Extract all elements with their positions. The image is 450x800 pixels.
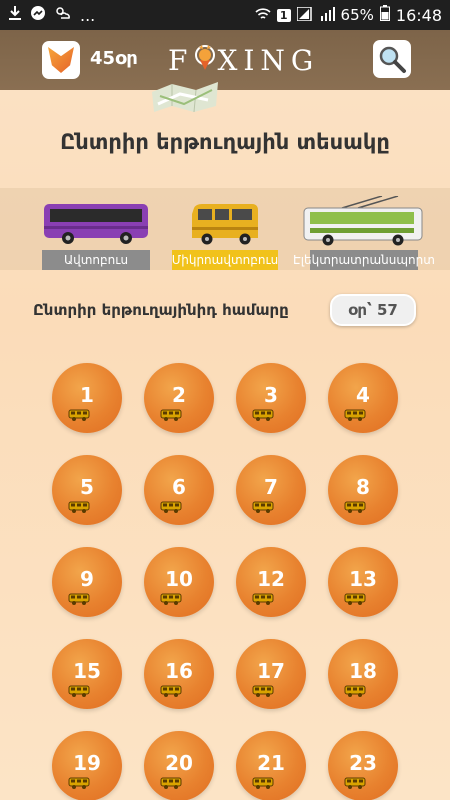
vehicle-type-title: Ընտրիր երթուղային տեսակը [60,130,390,154]
route-button[interactable]: 8 [328,455,398,525]
minibus-icon [252,593,274,605]
sim-badge: 1 [276,8,291,22]
route-number: 4 [356,383,370,407]
route-number-prompt: Ընտրիր երթուղայինիդ համարը [33,301,289,319]
route-button[interactable]: 5 [52,455,122,525]
minibus-icon [68,409,90,421]
vehicle-label-bus: Ավտոբուս [42,250,150,270]
wifi-icon [255,6,271,25]
app-header: 45օր F XING [0,30,450,113]
route-button[interactable]: 15 [52,639,122,709]
status-right: 1 65% 16:48 [255,5,442,25]
route-number: 19 [73,751,101,775]
battery-icon [379,5,390,25]
route-number: 6 [172,475,186,499]
status-left: ... [8,5,95,25]
minibus-icon [252,685,274,697]
overflow-dots: ... [80,5,96,25]
vehicle-label-minibus: Միկրոավտոբուս [172,250,278,270]
route-number: 16 [165,659,193,683]
map-icon [152,82,218,113]
route-number: 15 [73,659,101,683]
minibus-icon [160,501,182,513]
vehicle-option-trolleybus[interactable]: Էլեկտրատրանսպորտ [293,196,435,270]
route-button[interactable]: 19 [52,731,122,800]
route-button[interactable]: 3 [236,363,306,433]
route-number: 2 [172,383,186,407]
minibus-icon [68,501,90,513]
search-button[interactable] [373,40,411,78]
route-button[interactable]: 16 [144,639,214,709]
route-button[interactable]: 10 [144,547,214,617]
minibus-icon [252,777,274,789]
route-button[interactable]: 2 [144,363,214,433]
minibus-icon [344,501,366,513]
minibus-icon [192,204,258,245]
battery-text: 65% [340,6,374,24]
route-button[interactable]: 6 [144,455,214,525]
route-number: 18 [349,659,377,683]
bus-icon [44,204,148,244]
status-bar: ... 1 65% 16:48 [0,0,450,30]
route-button[interactable]: 12 [236,547,306,617]
route-number: 17 [257,659,285,683]
points-label: 45օր [90,48,138,69]
minibus-icon [344,777,366,789]
minibus-icon [344,593,366,605]
download-icon [8,5,22,25]
minibus-icon [344,409,366,421]
signal-bars-icon [320,6,335,25]
route-number: 9 [80,567,94,591]
weather-icon [54,5,72,25]
route-button[interactable]: 17 [236,639,306,709]
minibus-icon [160,593,182,605]
app-menu-button[interactable] [42,41,80,79]
days-counter-badge: օր՝ 57 [330,294,416,326]
minibus-icon [344,685,366,697]
route-button[interactable]: 1 [52,363,122,433]
route-number: 12 [257,567,285,591]
route-number: 10 [165,567,193,591]
route-number: 13 [349,567,377,591]
minibus-icon [68,593,90,605]
vehicle-option-bus[interactable]: Ավտոբուս [42,200,150,270]
route-number: 7 [264,475,278,499]
messenger-icon [30,5,46,25]
minibus-icon [160,685,182,697]
signal-icon [295,5,315,25]
clock: 16:48 [395,5,442,25]
route-number: 21 [257,751,285,775]
route-number: 5 [80,475,94,499]
route-number: 20 [165,751,193,775]
route-button[interactable]: 21 [236,731,306,800]
route-button[interactable]: 23 [328,731,398,800]
logo-letter-f: F [168,44,194,77]
route-button[interactable]: 18 [328,639,398,709]
minibus-icon [252,501,274,513]
fox-icon [48,47,74,73]
minibus-icon [252,409,274,421]
app-logo: F XING [168,42,319,77]
vehicle-label-trolleybus: Էլեկտրատրանսպորտ [293,250,435,270]
route-button[interactable]: 4 [328,363,398,433]
route-number: 3 [264,383,278,407]
route-button[interactable]: 7 [236,455,306,525]
vehicle-option-minibus[interactable]: Միկրոավտոբուս [172,200,278,270]
logo-letters-xing: XING [217,44,320,77]
route-button[interactable]: 20 [144,731,214,800]
route-button[interactable]: 9 [52,547,122,617]
minibus-icon [68,777,90,789]
search-icon [379,46,406,73]
route-number: 8 [356,475,370,499]
minibus-icon [160,409,182,421]
minibus-icon [160,777,182,789]
route-button[interactable]: 13 [328,547,398,617]
minibus-icon [68,685,90,697]
route-number: 1 [80,383,94,407]
logo-pin-icon [193,44,217,70]
trolleybus-icon [303,196,423,246]
route-number: 23 [349,751,377,775]
